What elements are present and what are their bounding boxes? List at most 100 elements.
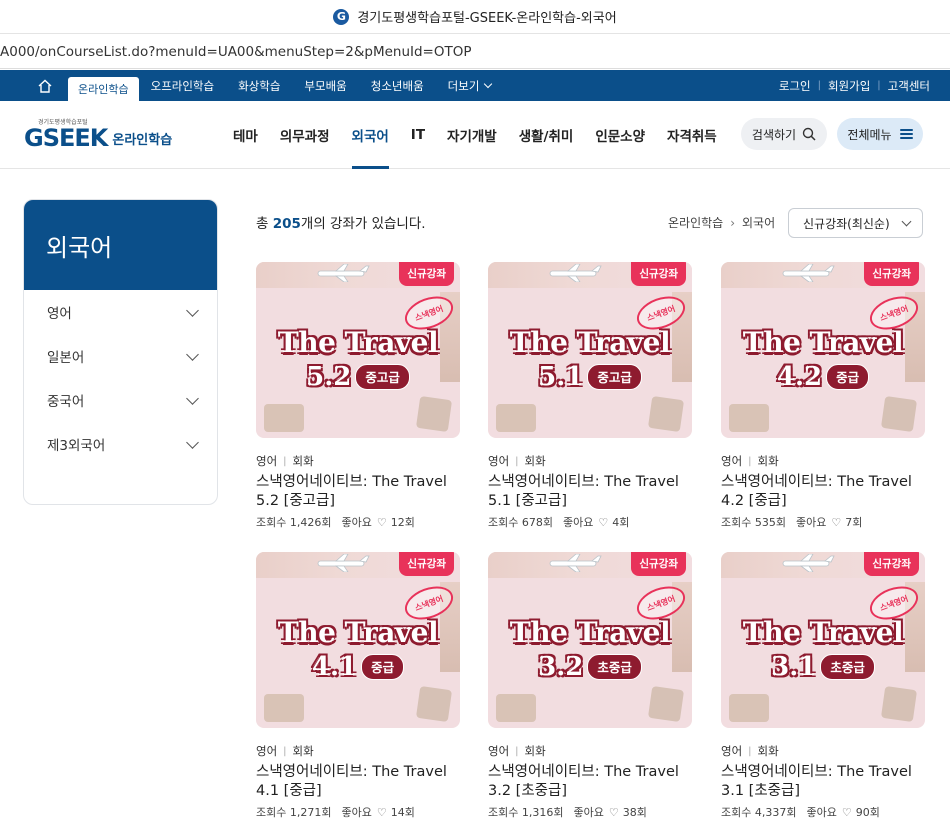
course-thumbnail[interactable]: 신규강좌 스낵영어 The Travel 4.1 중급 (256, 552, 460, 728)
like-count: 90회 (855, 806, 880, 819)
like-label: 좋아요 (341, 806, 372, 819)
category-label: 영어 (256, 744, 278, 758)
course-stats: 조회수 4,337회 좋아요 ♡ 90회 (721, 804, 925, 820)
address-bar[interactable]: A000/onCourseList.do?menuId=UA00&menuSte… (0, 35, 950, 69)
new-course-badge: 신규강좌 (864, 262, 919, 286)
course-title[interactable]: 스낵영어네이티브: The Travel 4.1 [중급] (256, 763, 460, 801)
category-label: 영어 (721, 454, 743, 468)
course-card[interactable]: 신규강좌 스낵영어 The Travel 5.1 중고급 영어 | 회화 스낵영… (488, 262, 692, 530)
chevron-down-icon (186, 435, 199, 449)
course-title[interactable]: 스낵영어네이티브: The Travel 3.2 [초중급] (488, 763, 692, 801)
course-card[interactable]: 신규강좌 스낵영어 The Travel 5.2 중고급 영어 | 회화 스낵영… (256, 262, 460, 530)
all-menu-button[interactable]: 전체메뉴 (837, 118, 923, 150)
sidebar-item-english[interactable]: 영어 (24, 290, 217, 334)
course-title[interactable]: 스낵영어네이티브: The Travel 4.2 [중급] (721, 473, 925, 511)
course-thumbnail[interactable]: 신규강좌 스낵영어 The Travel 3.2 초중급 (488, 552, 692, 728)
thumbnail-title: The Travel (742, 616, 904, 649)
course-card[interactable]: 신규강좌 스낵영어 The Travel 4.2 중급 영어 | 회화 스낵영어… (721, 262, 925, 530)
thumbnail-title: The Travel (277, 616, 439, 649)
thumbnail-number: 3.1 (771, 652, 817, 682)
divider: | (283, 745, 287, 757)
search-button[interactable]: 검색하기 (741, 118, 827, 150)
thumbnail-title: The Travel (277, 326, 439, 359)
logo-subtext: 온라인학습 (112, 133, 173, 148)
main-header: 경기도평생학습포털 GSEEK 온라인학습 테마 의무과정 외국어 IT 자기개… (0, 101, 950, 169)
view-count: 조회수 1,316회 (488, 806, 564, 819)
new-course-badge: 신규강좌 (399, 552, 454, 576)
category-label: 영어 (488, 744, 510, 758)
thumbnail-version: 3.1 초중급 (721, 652, 925, 682)
sidebar-item-chinese[interactable]: 중국어 (24, 378, 217, 422)
url-text[interactable]: A000/onCourseList.do?menuId=UA00&menuSte… (0, 44, 472, 60)
course-category: 영어 | 회화 (721, 453, 925, 469)
course-title[interactable]: 스낵영어네이티브: The Travel 3.1 [초중급] (721, 763, 925, 801)
menu-humanities[interactable]: 인문소양 (584, 101, 656, 169)
all-menu-label: 전체메뉴 (847, 127, 892, 142)
course-category: 영어 | 회화 (721, 743, 925, 759)
thumbnail-number: 5.2 (306, 362, 352, 392)
divider: | (748, 455, 752, 467)
course-thumbnail[interactable]: 신규강좌 스낵영어 The Travel 3.1 초중급 (721, 552, 925, 728)
top-tab-parents[interactable]: 부모배움 (292, 70, 358, 101)
like-count: 7회 (845, 516, 863, 529)
top-navigation: 온라인학습 오프라인학습 화상학습 부모배움 청소년배움 더보기 로그인 | 회… (0, 70, 950, 101)
sidebar-item-japanese[interactable]: 일본어 (24, 334, 217, 378)
chevron-down-icon (186, 391, 199, 405)
menu-foreign-language[interactable]: 외국어 (341, 101, 400, 169)
thumbnail-title: The Travel (742, 326, 904, 359)
sidebar-item-label: 일본어 (47, 350, 85, 366)
subcategory-label: 회화 (292, 744, 314, 758)
window-title: 경기도평생학습포털-GSEEK-온라인학습-외국어 (357, 11, 617, 26)
course-title[interactable]: 스낵영어네이티브: The Travel 5.1 [중고급] (488, 473, 692, 511)
top-tab-offline[interactable]: 오프라인학습 (139, 70, 226, 101)
airplane-icon (549, 264, 602, 282)
sidebar-item-other-language[interactable]: 제3외국어 (24, 422, 217, 466)
signup-link[interactable]: 회원가입 (828, 78, 870, 94)
home-icon[interactable] (30, 70, 60, 101)
thumbnail-level-badge: 초중급 (587, 654, 642, 680)
top-tab-video[interactable]: 화상학습 (226, 70, 292, 101)
thumbnail-level-badge: 중급 (826, 364, 870, 390)
course-thumbnail[interactable]: 신규강좌 스낵영어 The Travel 4.2 중급 (721, 262, 925, 438)
top-tab-online[interactable]: 온라인학습 (68, 77, 139, 101)
login-link[interactable]: 로그인 (779, 78, 811, 94)
course-card[interactable]: 신규강좌 스낵영어 The Travel 3.1 초중급 영어 | 회화 스낵영… (721, 552, 925, 820)
count-number: 205 (272, 216, 301, 232)
divider: | (748, 745, 752, 757)
thumbnail-number: 3.2 (538, 652, 584, 682)
like-label: 좋아요 (562, 516, 594, 529)
airplane-icon (317, 264, 370, 282)
thumbnail-decoration (880, 395, 918, 433)
subcategory-label: 회화 (757, 744, 779, 758)
heart-icon: ♡ (608, 805, 619, 819)
sort-dropdown[interactable]: 신규강좌(최신순) (788, 208, 923, 238)
course-title[interactable]: 스낵영어네이티브: The Travel 5.2 [중고급] (256, 473, 460, 511)
menu-certification[interactable]: 자격취득 (656, 101, 728, 169)
thumbnail-decoration (729, 404, 769, 432)
like-label: 좋아요 (573, 806, 604, 819)
chevron-down-icon (484, 79, 493, 89)
course-card[interactable]: 신규강좌 스낵영어 The Travel 4.1 중급 영어 | 회화 스낵영어… (256, 552, 460, 820)
breadcrumb-online[interactable]: 온라인학습 (668, 214, 723, 231)
course-thumbnail[interactable]: 신규강좌 스낵영어 The Travel 5.2 중고급 (256, 262, 460, 438)
thumbnail-number: 4.1 (311, 652, 358, 682)
menu-it[interactable]: IT (400, 101, 436, 169)
subcategory-label: 회화 (757, 454, 779, 468)
sidebar-title: 외국어 (24, 200, 217, 290)
menu-mandatory[interactable]: 의무과정 (269, 101, 341, 169)
breadcrumb-current[interactable]: 외국어 (742, 214, 775, 231)
support-link[interactable]: 고객센터 (888, 78, 930, 94)
menu-hobby[interactable]: 생활/취미 (508, 101, 585, 169)
course-thumbnail[interactable]: 신규강좌 스낵영어 The Travel 5.1 중고급 (488, 262, 692, 438)
top-tab-youth[interactable]: 청소년배움 (359, 70, 436, 101)
menu-self-development[interactable]: 자기개발 (436, 101, 508, 169)
site-logo[interactable]: 경기도평생학습포털 GSEEK 온라인학습 (24, 115, 184, 155)
course-card[interactable]: 신규강좌 스낵영어 The Travel 3.2 초중급 영어 | 회화 스낵영… (488, 552, 692, 820)
divider: | (877, 80, 881, 91)
course-category: 영어 | 회화 (488, 453, 692, 469)
divider: | (515, 455, 519, 467)
thumbnail-decoration (415, 395, 453, 433)
airplane-icon (549, 554, 602, 572)
top-tab-more[interactable]: 더보기 (436, 70, 504, 101)
menu-theme[interactable]: 테마 (222, 101, 269, 169)
